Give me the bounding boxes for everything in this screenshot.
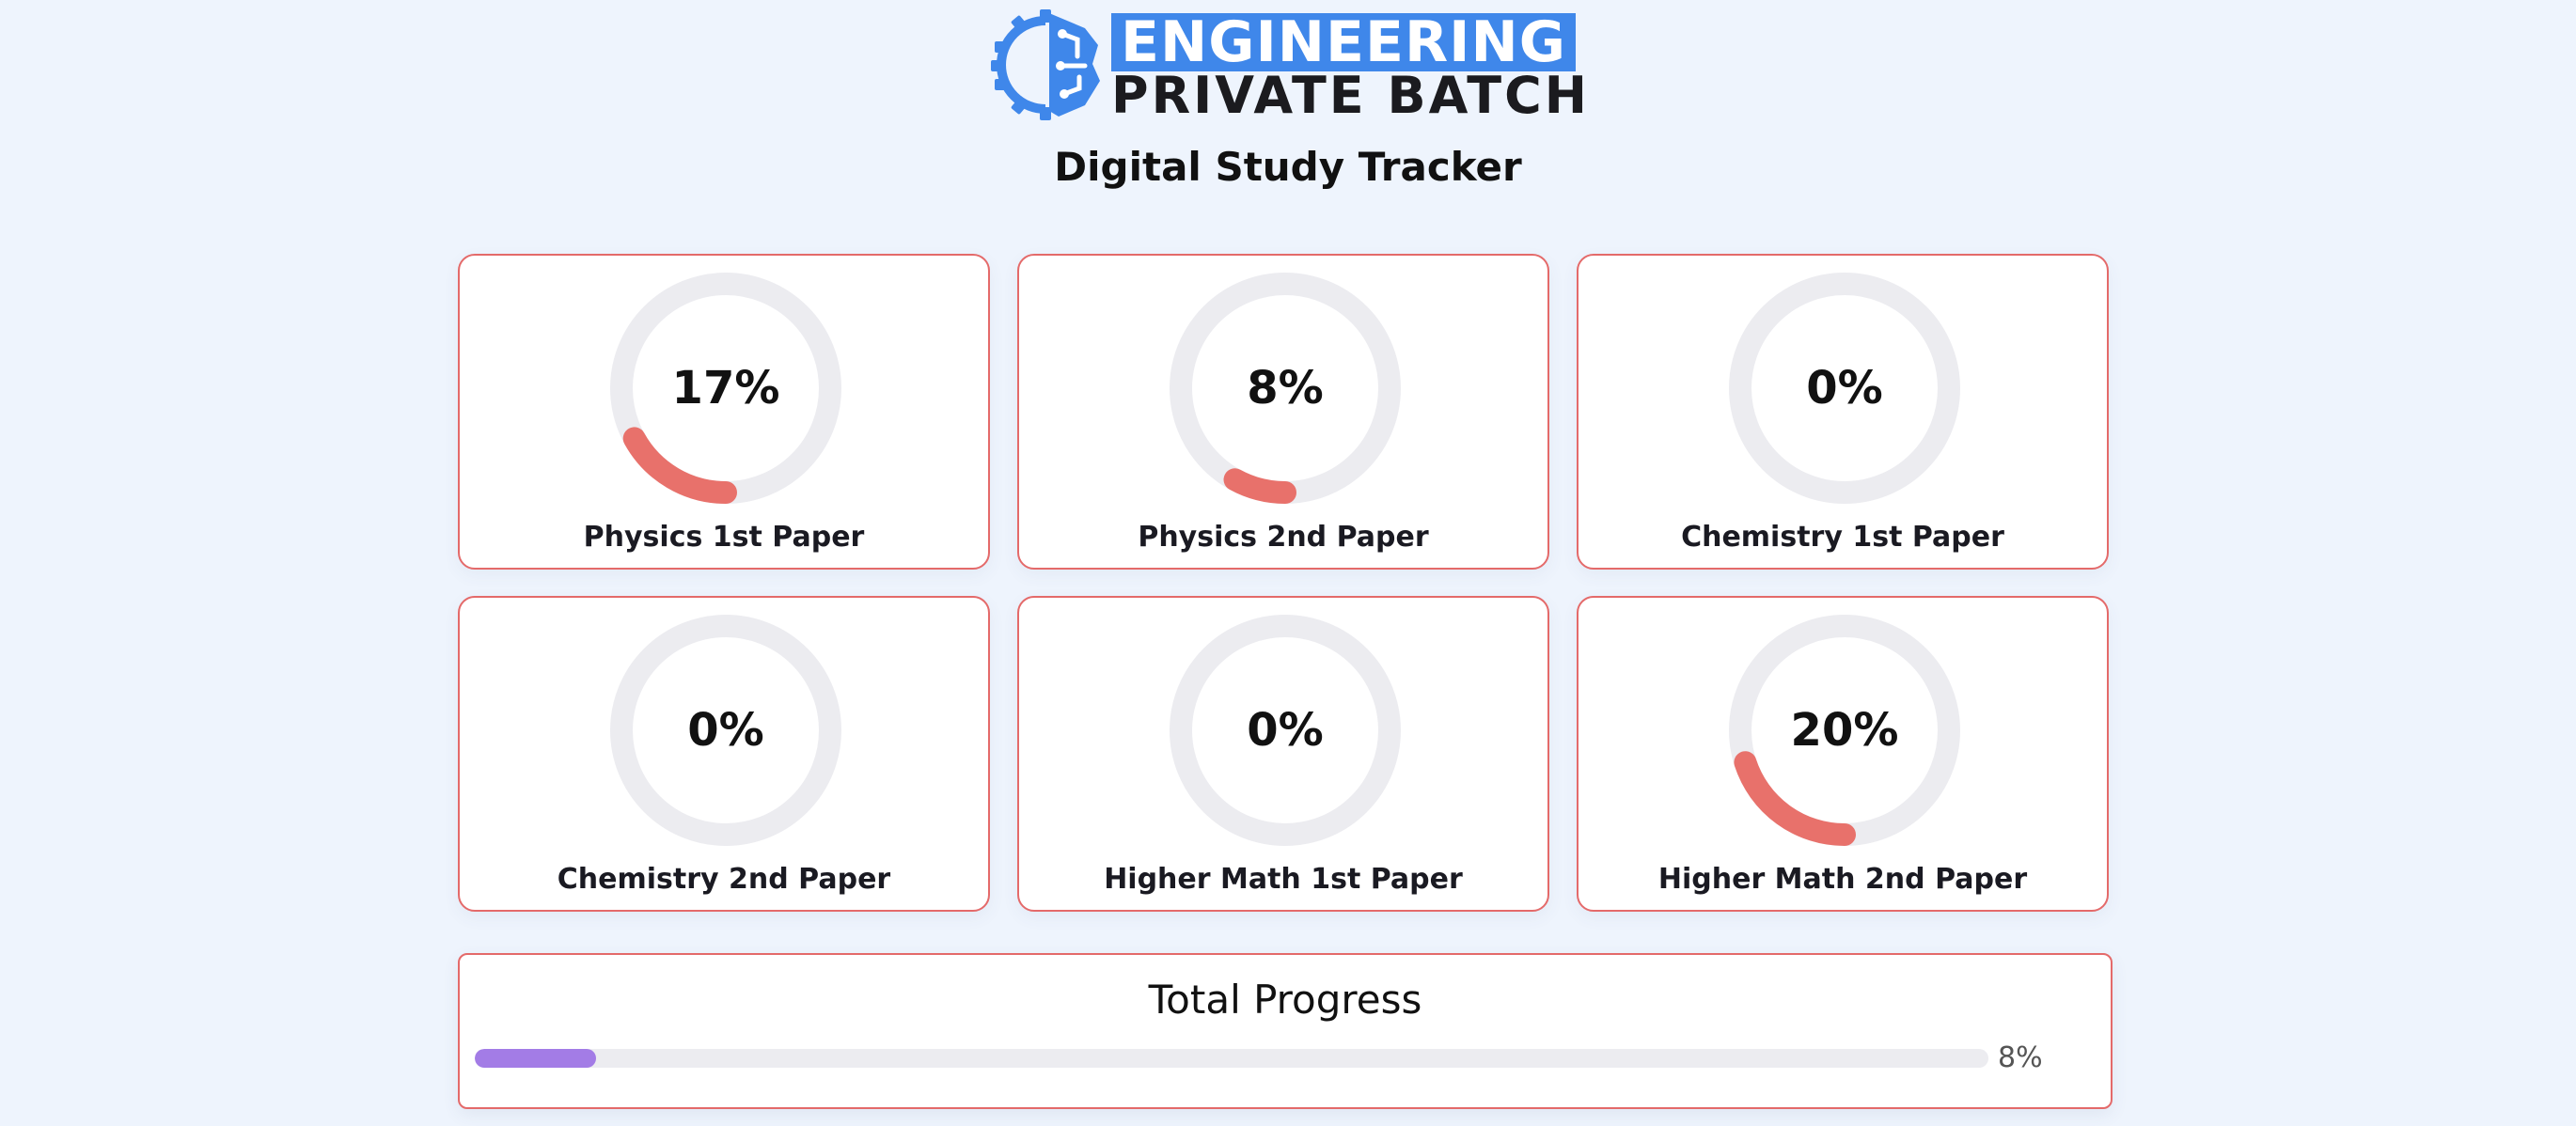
subject-name: Chemistry 1st Paper — [1681, 521, 2004, 554]
progress-ring: 0% — [1170, 615, 1401, 846]
progress-percent: 0% — [687, 704, 764, 757]
progress-percent: 0% — [1247, 704, 1324, 757]
brand-subtitle: PRIVATE BATCH — [1111, 66, 1590, 125]
brand-logo: ENGINEERING PRIVATE BATCH — [987, 4, 1587, 122]
total-progress-fill — [475, 1049, 596, 1068]
progress-percent: 20% — [1790, 704, 1899, 757]
total-progress-card: Total Progress 8% — [458, 953, 2113, 1109]
subject-name: Chemistry 2nd Paper — [557, 863, 891, 896]
progress-percent: 17% — [671, 362, 780, 414]
subject-card[interactable]: 0% Higher Math 1st Paper — [1017, 596, 1549, 912]
subject-name: Physics 1st Paper — [583, 521, 865, 554]
progress-ring: 8% — [1170, 273, 1401, 504]
subject-name: Physics 2nd Paper — [1138, 521, 1429, 554]
gear-circuit-icon — [991, 9, 1100, 120]
total-progress-title: Total Progress — [1148, 977, 1422, 1023]
subject-name: Higher Math 2nd Paper — [1657, 863, 2028, 896]
progress-percent: 8% — [1247, 362, 1324, 414]
subject-card[interactable]: 8% Physics 2nd Paper — [1017, 254, 1549, 570]
page-title: Digital Study Tracker — [1054, 144, 1522, 190]
progress-ring: 17% — [610, 273, 841, 504]
subject-name: Higher Math 1st Paper — [1104, 863, 1463, 896]
progress-ring: 0% — [610, 615, 841, 846]
progress-percent: 0% — [1806, 362, 1883, 414]
subject-card[interactable]: 17% Physics 1st Paper — [458, 254, 990, 570]
total-progress-track — [475, 1049, 1988, 1068]
subject-card[interactable]: 0% Chemistry 2nd Paper — [458, 596, 990, 912]
progress-ring: 0% — [1729, 273, 1960, 504]
progress-ring: 20% — [1729, 615, 1960, 846]
brand-title: ENGINEERING — [1111, 13, 1576, 71]
subject-card[interactable]: 20% Higher Math 2nd Paper — [1577, 596, 2109, 912]
subject-card[interactable]: 0% Chemistry 1st Paper — [1577, 254, 2109, 570]
total-progress-percent: 8% — [1998, 1041, 2043, 1074]
